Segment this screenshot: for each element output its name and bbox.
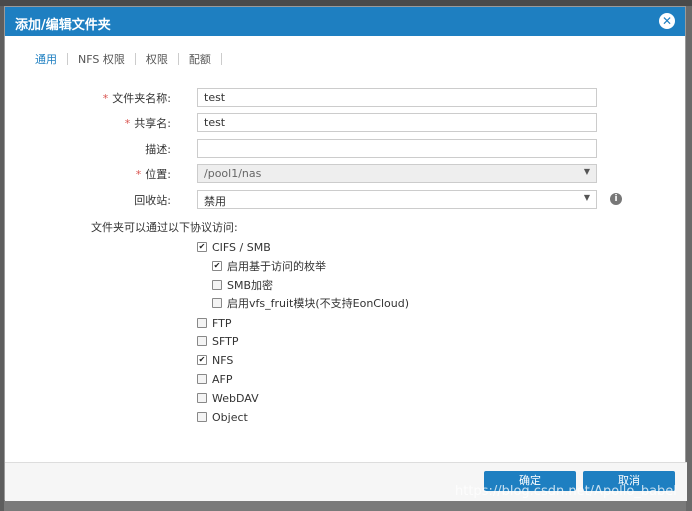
- tab-divider: [220, 53, 222, 65]
- required-marker: *: [135, 168, 142, 181]
- ftp-label: FTP: [212, 316, 232, 330]
- description-label: 描述:: [145, 143, 171, 156]
- abe-label: 启用基于访问的枚举: [227, 260, 326, 273]
- row-recycle-bin: 回收站: 禁用 ▼ i: [5, 190, 687, 209]
- close-icon[interactable]: ✕: [659, 13, 675, 29]
- protocol-sftp[interactable]: SFTP: [197, 334, 238, 348]
- object-label: Object: [212, 410, 248, 424]
- recycle-bin-select[interactable]: 禁用 ▼: [197, 190, 597, 209]
- nfs-checkbox[interactable]: ✔: [197, 355, 207, 365]
- row-share-name: * 共享名: test: [5, 113, 687, 132]
- webdav-checkbox[interactable]: [197, 393, 207, 403]
- description-input[interactable]: [197, 139, 597, 158]
- dialog-titlebar: 添加/编辑文件夹 ✕: [5, 7, 685, 36]
- chevron-down-icon: ▼: [583, 167, 590, 176]
- folder-name-input[interactable]: test: [197, 88, 597, 107]
- protocol-section-label: 文件夹可以通过以下协议访问:: [91, 221, 238, 234]
- object-checkbox[interactable]: [197, 412, 207, 422]
- tab-bar: 通用 NFS 权限 权限 配额: [25, 50, 222, 68]
- dialog-title: 添加/编辑文件夹: [15, 18, 111, 33]
- afp-label: AFP: [212, 372, 233, 386]
- protocol-object[interactable]: Object: [197, 410, 248, 424]
- abe-checkbox[interactable]: ✔: [212, 261, 222, 271]
- smb-encryption-checkbox[interactable]: [212, 280, 222, 290]
- vfs-fruit-checkbox[interactable]: [212, 298, 222, 308]
- row-folder-name: * 文件夹名称: test: [5, 88, 687, 107]
- recycle-bin-label: 回收站:: [134, 194, 171, 207]
- row-location: * 位置: /pool1/nas ▼: [5, 164, 687, 183]
- cifs-checkbox[interactable]: ✔: [197, 242, 207, 252]
- smb-encryption-label: SMB加密: [227, 279, 274, 292]
- protocol-cifs[interactable]: ✔ CIFS / SMB: [197, 240, 271, 254]
- share-name-label-text: 共享名:: [134, 117, 171, 130]
- folder-dialog: 添加/编辑文件夹 ✕ 通用 NFS 权限 权限 配额 * 文件夹名称: test …: [4, 6, 687, 501]
- protocol-nfs[interactable]: ✔ NFS: [197, 353, 233, 367]
- protocol-webdav[interactable]: WebDAV: [197, 391, 259, 405]
- share-name-input[interactable]: test: [197, 113, 597, 132]
- sftp-label: SFTP: [212, 334, 239, 348]
- recycle-bin-value: 禁用: [204, 195, 226, 208]
- nfs-label: NFS: [212, 353, 234, 367]
- webdav-label: WebDAV: [212, 391, 259, 405]
- protocol-cifs-abe[interactable]: ✔ 启用基于访问的枚举: [212, 259, 326, 273]
- tab-nfs-permissions[interactable]: NFS 权限: [68, 51, 135, 67]
- vfs-fruit-label: 启用vfs_fruit模块(不支持EonCloud): [227, 297, 410, 310]
- required-marker: *: [124, 117, 131, 130]
- location-select[interactable]: /pool1/nas ▼: [197, 164, 597, 183]
- sftp-checkbox[interactable]: [197, 336, 207, 346]
- protocol-ftp[interactable]: FTP: [197, 316, 232, 330]
- location-value: /pool1/nas: [204, 167, 262, 180]
- tab-quota[interactable]: 配额: [179, 51, 221, 67]
- location-label: * 位置:: [136, 166, 171, 182]
- chevron-down-icon: ▼: [583, 193, 590, 202]
- location-label-text: 位置:: [145, 168, 171, 181]
- protocol-cifs-vfs-fruit[interactable]: 启用vfs_fruit模块(不支持EonCloud): [212, 296, 409, 310]
- protocol-afp[interactable]: AFP: [197, 372, 233, 386]
- row-description: 描述:: [5, 139, 687, 158]
- required-marker: *: [102, 92, 109, 105]
- share-name-label: * 共享名:: [125, 115, 171, 131]
- info-icon[interactable]: i: [610, 193, 622, 205]
- background-right: [686, 6, 692, 511]
- folder-name-label-text: 文件夹名称:: [112, 92, 171, 105]
- ftp-checkbox[interactable]: [197, 318, 207, 328]
- tab-permissions[interactable]: 权限: [136, 51, 178, 67]
- tab-general[interactable]: 通用: [25, 51, 67, 67]
- watermark: https://blog.csdn.net/Apollo_babel: [455, 484, 677, 499]
- cifs-label: CIFS / SMB: [212, 240, 271, 254]
- protocol-cifs-smb-encryption[interactable]: SMB加密: [212, 278, 273, 292]
- folder-name-label: * 文件夹名称:: [103, 90, 171, 106]
- afp-checkbox[interactable]: [197, 374, 207, 384]
